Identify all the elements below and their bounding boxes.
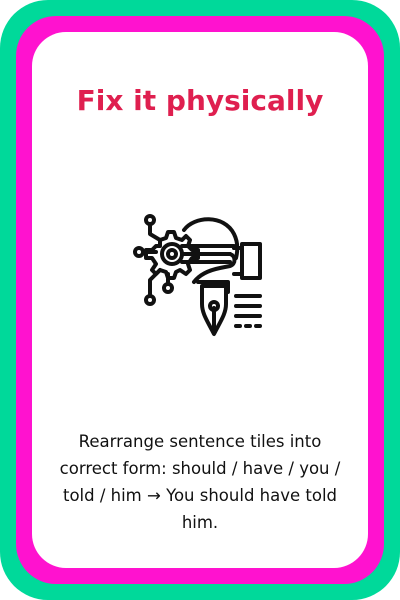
text-lines	[234, 294, 262, 328]
pen-nib-shape	[200, 284, 228, 336]
hand-shape	[180, 217, 262, 294]
card-title: Fix it physically	[76, 84, 324, 117]
card-description: Rearrange sentence tiles into correct fo…	[59, 432, 341, 532]
hand-gear-pen-icon	[133, 214, 262, 336]
